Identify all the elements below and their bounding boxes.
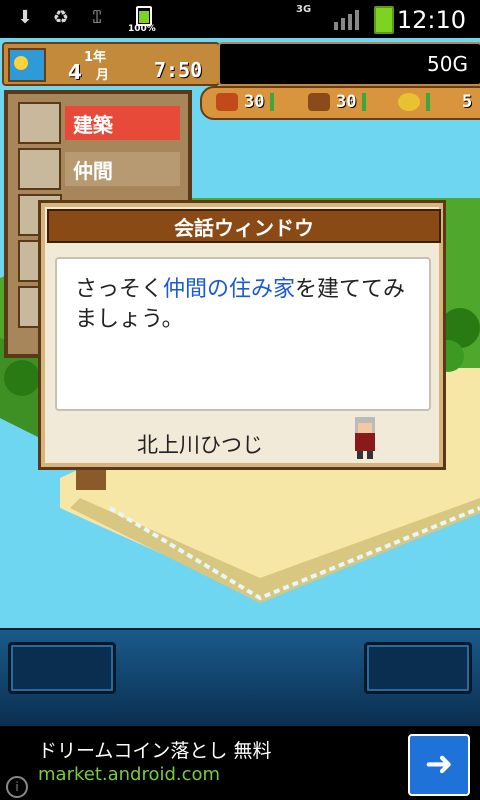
- food-resource: 30: [216, 92, 275, 112]
- info-icon[interactable]: i: [6, 776, 28, 798]
- message-highlight: 仲間の住み家: [163, 277, 296, 302]
- recycle-icon: ♻: [52, 6, 70, 28]
- menu-friends-label: 仲間: [64, 152, 180, 186]
- friends-icon: [18, 148, 61, 190]
- month-unit: 月: [96, 68, 110, 83]
- ad-headline[interactable]: ドリームコイン落とし 無料: [38, 736, 271, 763]
- message-box: さっそく仲間の住み家を建ててみましょう。: [55, 257, 431, 411]
- coin-gauge: [426, 93, 430, 111]
- year-label: 1年: [84, 50, 107, 65]
- message-text-pre: さっそく: [75, 277, 164, 302]
- food-icon: [216, 93, 238, 111]
- battery-charge-icon: [374, 6, 394, 34]
- status-clock: 12:10: [396, 6, 466, 34]
- menu-build-label: 建築: [64, 106, 180, 140]
- signal-icon: [334, 8, 359, 30]
- wood-gauge: [362, 93, 367, 111]
- wood-value: 30: [336, 92, 357, 112]
- food-gauge: [270, 93, 275, 111]
- dialog-titlebar: 会話ウィンドウ: [47, 209, 441, 243]
- wood-icon: [308, 93, 330, 111]
- speaker-name: 北上川ひつじ: [137, 433, 263, 457]
- game-clock: 7:50: [154, 58, 203, 82]
- weather-icon: [8, 48, 46, 82]
- menu-friends[interactable]: 仲間: [18, 148, 180, 190]
- battery-icon: [136, 6, 152, 26]
- food-value: 30: [244, 92, 265, 112]
- coin-value: 5: [462, 92, 473, 112]
- notification-icons: ⬇ ♻ ⑄: [14, 6, 108, 28]
- status-bar: ⬇ ♻ ⑄ 100% 3G 12:10: [0, 0, 480, 38]
- coin-resource: 5: [398, 92, 472, 112]
- speaker-avatar: [355, 417, 375, 459]
- ad-banner[interactable]: i ドリームコイン落とし 無料 market.android.com ➜: [0, 726, 480, 800]
- gold-amount: 50G: [427, 52, 468, 76]
- network-type: 3G: [296, 4, 312, 15]
- dialog-title: 会話ウィンドウ: [174, 215, 314, 240]
- bottom-toolbar: [0, 628, 480, 728]
- download-icon: ⬇: [17, 6, 33, 28]
- month-value: 4: [68, 60, 82, 84]
- arrow-right-icon[interactable]: ➜: [408, 734, 470, 796]
- resource-bar: 30 30 5: [200, 86, 480, 120]
- dialog-message: さっそく仲間の住み家を建ててみましょう。: [75, 275, 419, 335]
- building-icon: [18, 102, 61, 144]
- battery-percent: 100%: [128, 24, 156, 34]
- date-panel: 1年 4 月 7:50: [2, 42, 220, 86]
- usb-icon: ⑄: [91, 6, 103, 28]
- coin-icon: [398, 93, 420, 111]
- menu-build[interactable]: 建築: [18, 102, 180, 144]
- ad-url[interactable]: market.android.com: [38, 764, 220, 785]
- gold-panel: 50G: [218, 42, 480, 86]
- wood-resource: 30: [308, 92, 367, 112]
- conversation-window[interactable]: 会話ウィンドウ さっそく仲間の住み家を建ててみましょう。 北上川ひつじ: [38, 200, 446, 470]
- game-view[interactable]: 1年 4 月 7:50 50G 30 30 5 建築 仲間 会話ウィンドウ さっ…: [0, 38, 480, 628]
- bottom-left-button[interactable]: [8, 642, 116, 694]
- bottom-right-button[interactable]: [364, 642, 472, 694]
